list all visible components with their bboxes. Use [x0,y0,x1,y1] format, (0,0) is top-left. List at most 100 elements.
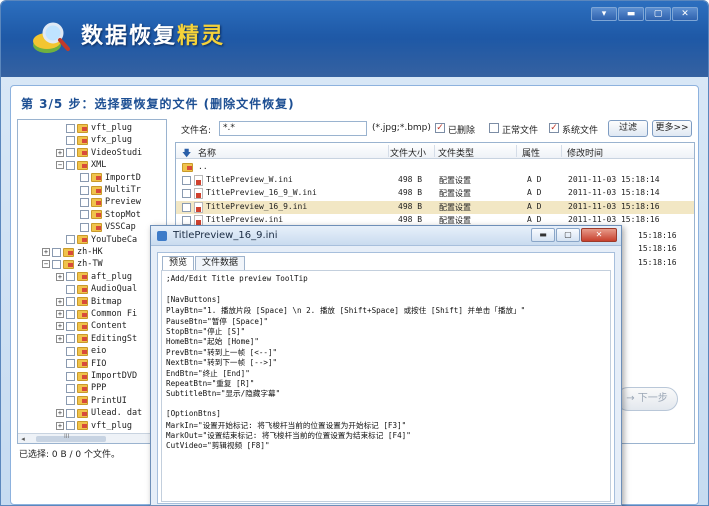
tree-checkbox[interactable] [80,222,89,232]
tree-checkbox[interactable] [66,396,75,406]
tree-node[interactable]: VSSCap [70,221,136,233]
column-mtime[interactable]: 修改时间 [567,146,603,159]
tree-node[interactable]: ImportD [70,172,141,184]
collapse-icon[interactable]: − [42,260,50,269]
column-attr[interactable]: 属性 [522,146,540,159]
tree-checkbox[interactable] [66,297,75,307]
tree-checkbox[interactable] [66,321,75,331]
tree-checkbox[interactable] [66,421,75,431]
next-step-button[interactable]: → 下一步 [616,387,678,411]
tree-checkbox[interactable] [66,123,75,133]
tree-node[interactable]: YouTubeCa [56,234,137,246]
text-line: StopBtn="停止 [S]" [166,327,246,336]
tree-checkbox[interactable] [52,247,61,257]
tree-node[interactable]: − XML [56,159,106,171]
preview-titlebar[interactable]: TitlePreview_16_9.ini ▬ ▢ ✕ [151,226,621,246]
tree-node[interactable]: AudioQual [56,283,137,295]
preview-text[interactable]: ;Add/Edit Title preview ToolTip [NavButto… [161,270,611,502]
preview-close-button[interactable]: ✕ [581,228,617,242]
folder-tree[interactable]: vft_plug vfx_plug + VideoStudi − XML ImportD Mu… [17,119,167,444]
tree-node[interactable]: − zh-TW [42,258,103,270]
tree-node[interactable]: vft_plug [56,122,132,134]
window-menu-button[interactable]: ▾ [591,7,617,21]
tree-node[interactable]: + EditingSt [56,333,137,345]
tree-node[interactable]: + Ulead. dat [56,407,142,419]
expand-icon[interactable]: + [56,421,64,430]
tree-node[interactable]: PrintUI [56,395,127,407]
tree-node[interactable]: + Common Fi [56,308,137,320]
system-files-checkbox[interactable]: ✓ [549,123,559,133]
tree-checkbox[interactable] [66,346,75,356]
table-row[interactable]: TitlePreview_16_9_W.ini 498 B 配置设置 A D 2011-… [176,187,694,200]
more-button[interactable]: 更多>> [652,120,692,137]
tree-node[interactable]: vfx_plug [56,134,132,146]
column-name[interactable]: 名称 [198,146,216,159]
expand-icon[interactable]: + [56,310,64,318]
column-type[interactable]: 文件类型 [438,146,474,159]
parent-folder-row[interactable]: .. [176,161,694,174]
collapse-icon[interactable]: − [56,161,64,170]
tree-checkbox[interactable] [80,197,89,207]
tree-node[interactable]: + zh-HK [42,246,103,258]
tree-node[interactable]: FIO [56,358,106,370]
deleted-checkbox[interactable]: ✓ [435,123,445,133]
column-size[interactable]: 文件大小 [390,146,426,159]
table-row[interactable]: TitlePreview_W.ini 498 B 配置设置 A D 2011-11-03… [176,174,694,187]
tree-checkbox[interactable] [66,359,75,369]
window-maximize-button[interactable]: ▢ [645,7,671,21]
tree-checkbox[interactable] [66,371,75,381]
sort-down-icon[interactable]: 🡇 [182,146,191,162]
expand-icon[interactable]: + [56,148,64,157]
tab-file-data[interactable]: 文件数据 [195,256,246,270]
tree-checkbox[interactable] [66,148,75,158]
expand-icon[interactable]: + [56,272,64,281]
tree-checkbox[interactable] [66,334,75,344]
expand-icon[interactable]: + [56,334,64,343]
tree-checkbox[interactable] [80,173,89,183]
tree-checkbox[interactable] [66,408,75,418]
expand-icon[interactable]: + [42,248,50,256]
tree-node[interactable]: MultiTr [70,184,141,196]
preview-minimize-button[interactable]: ▬ [531,228,555,242]
row-checkbox[interactable] [182,215,191,225]
tree-node[interactable]: ImportDVD [56,370,137,382]
row-checkbox[interactable] [182,202,191,212]
tree-checkbox[interactable] [66,284,75,294]
tree-node-label: Preview [105,197,141,208]
tree-checkbox[interactable] [80,210,89,220]
tree-node[interactable]: StopMot [70,209,141,221]
tree-checkbox[interactable] [66,309,75,319]
tree-horizontal-scrollbar[interactable]: ◂ III ▸ [18,433,166,443]
expand-icon[interactable]: + [56,322,64,331]
tree-node[interactable]: PPP [56,382,106,394]
tree-node[interactable]: + Content [56,320,127,332]
row-checkbox[interactable] [182,176,191,185]
window-minimize-button[interactable]: ▬ [618,7,644,21]
tree-checkbox[interactable] [66,383,75,393]
window-close-button[interactable]: ✕ [672,7,698,21]
tree-checkbox[interactable] [66,135,75,145]
tree-node[interactable]: + Bitmap [56,296,122,308]
preview-maximize-button[interactable]: ▢ [556,228,580,242]
tree-checkbox[interactable] [66,272,75,282]
normal-files-checkbox[interactable]: ✓ [489,123,499,133]
row-checkbox[interactable] [182,189,191,199]
filter-button[interactable]: 过滤 [608,120,648,137]
tree-checkbox[interactable] [80,185,89,195]
tree-node[interactable]: + aft_plug [56,271,132,283]
cell-size: 498 B [398,188,423,198]
tree-node[interactable]: Preview [70,196,141,208]
expand-icon[interactable]: + [56,297,64,306]
tab-preview[interactable]: 预览 [162,256,195,270]
tree-checkbox[interactable] [66,235,75,245]
filename-input[interactable]: *.* [219,121,367,136]
tree-checkbox[interactable] [66,160,75,170]
tree-node[interactable]: + vft_plug [56,420,132,432]
tree-node[interactable]: + VideoStudi [56,147,142,159]
expand-icon[interactable]: + [56,409,64,418]
scroll-left-icon[interactable]: ◂ [18,434,28,443]
scroll-thumb[interactable]: III [36,433,106,442]
tree-node[interactable]: eio [56,345,106,357]
table-row[interactable]: TitlePreview_16_9.ini 498 B 配置设置 A D 2011-11… [176,200,694,214]
tree-checkbox[interactable] [52,259,61,269]
